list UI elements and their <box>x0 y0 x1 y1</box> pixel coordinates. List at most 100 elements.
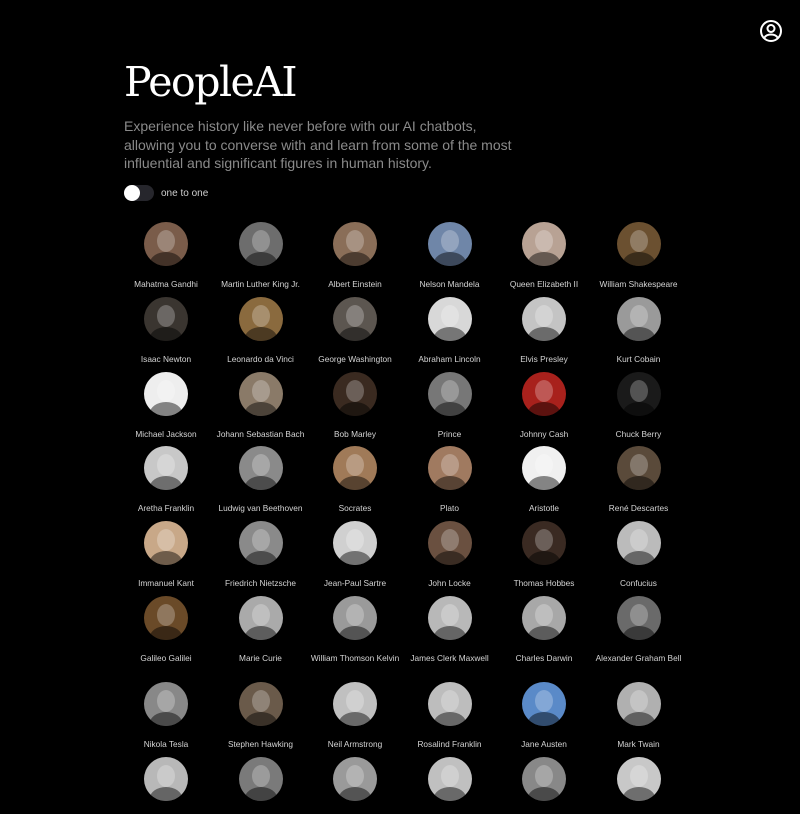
figure-card[interactable] <box>592 757 686 814</box>
figure-avatar <box>616 446 661 490</box>
figure-name: Neil Armstrong <box>327 739 383 749</box>
figure-avatar <box>238 757 283 801</box>
figure-name: Queen Elizabeth II <box>509 279 579 289</box>
figure-card[interactable]: Mahatma Gandhi <box>119 222 213 290</box>
figure-card[interactable]: Isaac Newton <box>119 297 213 365</box>
figure-card[interactable]: Marie Curie <box>214 596 308 664</box>
figure-card[interactable]: James Clerk Maxwell <box>403 596 497 664</box>
figure-avatar <box>616 521 661 565</box>
figure-avatar <box>522 297 566 341</box>
figure-card[interactable]: Johann Sebastian Bach <box>214 372 308 440</box>
figure-card[interactable]: Plato <box>403 446 497 514</box>
figure-avatar <box>144 757 188 801</box>
figure-name: John Locke <box>428 578 471 588</box>
toggle-knob <box>124 185 140 201</box>
figure-card[interactable] <box>308 757 402 814</box>
figure-card[interactable]: René Descartes <box>592 446 686 514</box>
figure-avatar <box>616 222 661 266</box>
figure-name: Rosalind Franklin <box>417 739 482 749</box>
figure-card[interactable]: Friedrich Nietzsche <box>214 521 308 589</box>
figure-avatar <box>144 521 188 565</box>
figure-card[interactable] <box>214 757 308 814</box>
figure-card[interactable]: Alexander Graham Bell <box>592 596 686 664</box>
figure-card[interactable]: Neil Armstrong <box>308 682 402 750</box>
figure-card[interactable]: Bob Marley <box>308 372 402 440</box>
figure-card[interactable]: Abraham Lincoln <box>403 297 497 365</box>
figure-card[interactable]: Socrates <box>308 446 402 514</box>
figure-card[interactable]: Nikola Tesla <box>119 682 213 750</box>
figure-card[interactable]: Galileo Galilei <box>119 596 213 664</box>
figure-name: Jean-Paul Sartre <box>323 578 387 588</box>
figure-card[interactable]: Confucius <box>592 521 686 589</box>
figure-avatar <box>427 222 472 266</box>
figure-avatar <box>616 757 661 801</box>
figure-avatar <box>616 596 661 640</box>
figure-name: Michael Jackson <box>135 429 197 439</box>
figure-card[interactable]: Charles Darwin <box>497 596 591 664</box>
figure-avatar <box>616 682 661 726</box>
figure-card[interactable]: Leonardo da Vinci <box>214 297 308 365</box>
figure-name: Marie Curie <box>239 653 282 663</box>
figure-card[interactable]: John Locke <box>403 521 497 589</box>
figure-avatar <box>427 521 472 565</box>
figure-avatar <box>427 682 472 726</box>
toggle-label: one to one <box>161 187 209 199</box>
figure-card[interactable]: Aristotle <box>497 446 591 514</box>
figure-card[interactable]: Ludwig van Beethoven <box>214 446 308 514</box>
figure-avatar <box>427 446 472 490</box>
figure-name: Johnny Cash <box>519 429 569 439</box>
figure-card[interactable]: Albert Einstein <box>308 222 402 290</box>
user-account-icon <box>760 20 782 42</box>
figure-avatar <box>238 446 283 490</box>
figure-card[interactable]: Mark Twain <box>592 682 686 750</box>
figure-avatar <box>427 596 472 640</box>
figure-card[interactable]: Martin Luther King Jr. <box>214 222 308 290</box>
figure-card[interactable] <box>497 757 591 814</box>
figure-name: Nikola Tesla <box>143 739 189 749</box>
figure-card[interactable]: Chuck Berry <box>592 372 686 440</box>
figure-card[interactable]: William Shakespeare <box>592 222 686 290</box>
figure-name: Elvis Presley <box>520 354 568 364</box>
figure-card[interactable]: Thomas Hobbes <box>497 521 591 589</box>
figure-card[interactable] <box>403 757 497 814</box>
figure-name: Leonardo da Vinci <box>227 354 294 364</box>
figure-card[interactable]: Nelson Mandela <box>403 222 497 290</box>
figure-name: Plato <box>440 503 459 513</box>
figure-name: Chuck Berry <box>615 429 662 439</box>
figure-avatar <box>144 222 188 266</box>
figure-avatar <box>333 596 377 640</box>
figure-avatar <box>333 372 377 416</box>
figure-name: Alexander Graham Bell <box>595 653 682 663</box>
figure-card[interactable]: Jean-Paul Sartre <box>308 521 402 589</box>
figure-avatar <box>427 757 472 801</box>
figure-name: Immanuel Kant <box>138 578 194 588</box>
figure-avatar <box>522 372 566 416</box>
figure-card[interactable]: Queen Elizabeth II <box>497 222 591 290</box>
figure-card[interactable] <box>119 757 213 814</box>
figure-avatar <box>333 446 377 490</box>
figure-avatar <box>238 521 283 565</box>
figure-card[interactable]: Immanuel Kant <box>119 521 213 589</box>
figure-avatar <box>333 297 377 341</box>
figure-card[interactable]: Jane Austen <box>497 682 591 750</box>
one-to-one-toggle[interactable] <box>124 185 154 201</box>
figure-name: Bob Marley <box>334 429 376 439</box>
figure-card[interactable]: William Thomson Kelvin <box>308 596 402 664</box>
figure-avatar <box>238 222 283 266</box>
figure-card[interactable]: Kurt Cobain <box>592 297 686 365</box>
figure-avatar <box>144 372 188 416</box>
figure-card[interactable]: Aretha Franklin <box>119 446 213 514</box>
figure-name: Aretha Franklin <box>137 503 195 513</box>
figure-card[interactable]: George Washington <box>308 297 402 365</box>
intro-tagline: Experience history like never before wit… <box>124 118 512 171</box>
figure-card[interactable]: Johnny Cash <box>497 372 591 440</box>
figure-card[interactable]: Stephen Hawking <box>214 682 308 750</box>
figure-name: Jane Austen <box>521 739 567 749</box>
figure-card[interactable]: Elvis Presley <box>497 297 591 365</box>
figure-card[interactable]: Rosalind Franklin <box>403 682 497 750</box>
figure-avatar <box>522 757 566 801</box>
figure-card[interactable]: Prince <box>403 372 497 440</box>
account-button[interactable] <box>759 19 783 43</box>
figure-card[interactable]: Michael Jackson <box>119 372 213 440</box>
figure-avatar <box>427 297 472 341</box>
